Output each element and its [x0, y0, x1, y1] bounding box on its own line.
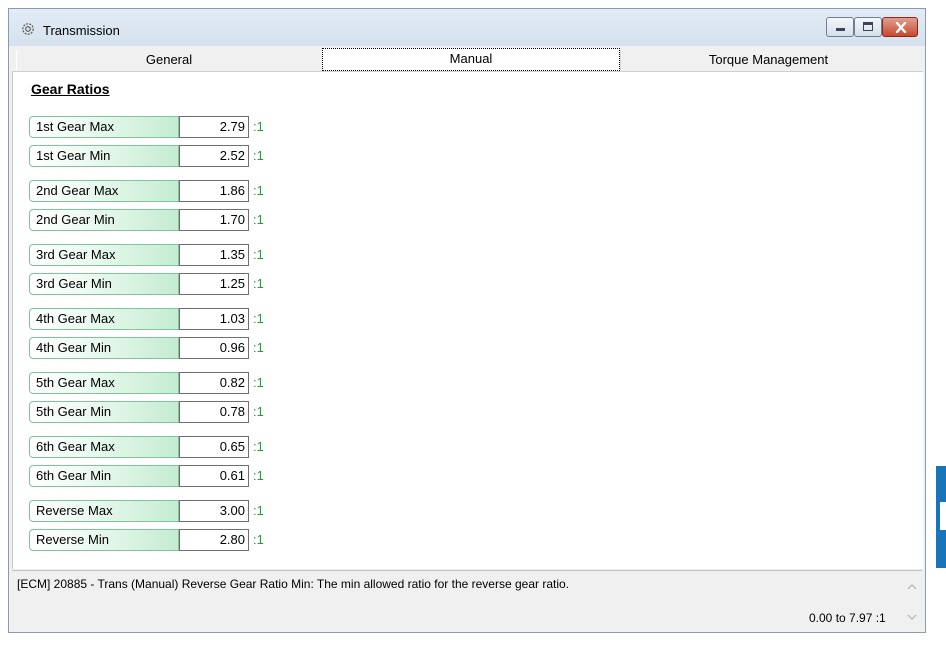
gear-ratio-label[interactable]: 5th Gear Max	[29, 372, 179, 394]
maximize-icon	[863, 22, 873, 31]
gear-ratio-value-input[interactable]: 0.82	[179, 372, 249, 394]
transmission-window: Transmission General Manual Torque Manag…	[8, 8, 926, 633]
gear-ratio-label[interactable]: Reverse Max	[29, 500, 179, 522]
tab-torque-management[interactable]: Torque Management	[620, 50, 916, 70]
gear-ratio-row: Reverse Max 3.00 :1	[29, 500, 289, 522]
gear-ratio-row: 5th Gear Max 0.82 :1	[29, 372, 289, 394]
tab-manual[interactable]: Manual	[322, 48, 620, 71]
gear-ratio-value-input[interactable]: 2.52	[179, 145, 249, 167]
gear-ratio-unit: :1	[253, 404, 264, 419]
gear-ratio-unit: :1	[253, 247, 264, 262]
minimize-icon	[836, 28, 845, 31]
gear-ratio-value-input[interactable]: 0.61	[179, 465, 249, 487]
gear-ratio-label[interactable]: 6th Gear Max	[29, 436, 179, 458]
tab-general[interactable]: General	[16, 50, 321, 70]
close-button[interactable]	[882, 17, 918, 37]
maximize-button[interactable]	[854, 17, 882, 37]
gear-icon	[22, 23, 34, 35]
gear-ratio-row: 6th Gear Max 0.65 :1	[29, 436, 289, 458]
background-edge-notch	[940, 502, 946, 530]
gear-ratio-row: 4th Gear Max 1.03 :1	[29, 308, 289, 330]
description-scrollbar[interactable]	[902, 571, 922, 630]
gear-ratio-value-input[interactable]: 0.78	[179, 401, 249, 423]
gear-ratio-row: 6th Gear Min 0.61 :1	[29, 465, 289, 487]
gear-ratio-unit: :1	[253, 148, 264, 163]
title-bar[interactable]: Transmission	[9, 9, 925, 46]
gear-ratio-row: Reverse Min 2.80 :1	[29, 529, 289, 551]
gear-ratio-value-input[interactable]: 2.80	[179, 529, 249, 551]
gear-ratio-label[interactable]: 3rd Gear Min	[29, 273, 179, 295]
gear-ratio-value-input[interactable]: 2.79	[179, 116, 249, 138]
gear-ratio-label[interactable]: 6th Gear Min	[29, 465, 179, 487]
gear-ratio-unit: :1	[253, 340, 264, 355]
gear-ratio-label[interactable]: 2nd Gear Max	[29, 180, 179, 202]
gear-ratio-row: 1st Gear Min 2.52 :1	[29, 145, 289, 167]
gear-ratio-row: 1st Gear Max 2.79 :1	[29, 116, 289, 138]
gear-ratio-unit: :1	[253, 276, 264, 291]
gear-ratio-label[interactable]: 3rd Gear Max	[29, 244, 179, 266]
gear-ratio-row: 2nd Gear Min 1.70 :1	[29, 209, 289, 231]
gear-ratio-row: 2nd Gear Max 1.86 :1	[29, 180, 289, 202]
gear-ratio-row: 3rd Gear Min 1.25 :1	[29, 273, 289, 295]
gear-ratio-value-input[interactable]: 1.35	[179, 244, 249, 266]
gear-ratio-label[interactable]: 2nd Gear Min	[29, 209, 179, 231]
gear-ratio-value-input[interactable]: 1.70	[179, 209, 249, 231]
parameter-range: 0.00 to 7.97 :1	[809, 611, 886, 625]
gear-ratio-value-input[interactable]: 1.03	[179, 308, 249, 330]
gear-ratio-row: 5th Gear Min 0.78 :1	[29, 401, 289, 423]
chevron-up-icon[interactable]	[906, 583, 918, 591]
gear-ratio-unit: :1	[253, 212, 264, 227]
gear-ratio-row: 4th Gear Min 0.96 :1	[29, 337, 289, 359]
gear-ratio-unit: :1	[253, 375, 264, 390]
gear-ratio-label[interactable]: 1st Gear Max	[29, 116, 179, 138]
gear-ratio-unit: :1	[253, 439, 264, 454]
gear-ratio-label[interactable]: 4th Gear Max	[29, 308, 179, 330]
chevron-down-icon[interactable]	[906, 613, 918, 621]
gear-ratio-value-input[interactable]: 0.96	[179, 337, 249, 359]
parameter-description: [ECM] 20885 - Trans (Manual) Reverse Gea…	[17, 577, 570, 591]
gear-ratio-unit: :1	[253, 119, 264, 134]
window-title: Transmission	[43, 23, 120, 38]
gear-ratio-row: 3rd Gear Max 1.35 :1	[29, 244, 289, 266]
gear-ratio-unit: :1	[253, 503, 264, 518]
description-panel: [ECM] 20885 - Trans (Manual) Reverse Gea…	[12, 570, 922, 630]
gear-ratio-unit: :1	[253, 468, 264, 483]
gear-ratio-label[interactable]: 1st Gear Min	[29, 145, 179, 167]
section-title: Gear Ratios	[31, 81, 110, 97]
gear-ratio-unit: :1	[253, 311, 264, 326]
gear-ratios-panel: Gear Ratios 1st Gear Max 2.79:1 1st Gear M…	[12, 71, 923, 569]
close-icon	[895, 22, 907, 33]
gear-ratio-value-input[interactable]: 3.00	[179, 500, 249, 522]
gear-ratio-label[interactable]: 5th Gear Min	[29, 401, 179, 423]
gear-ratio-value-input[interactable]: 1.25	[179, 273, 249, 295]
gear-ratio-value-input[interactable]: 0.65	[179, 436, 249, 458]
gear-ratio-label[interactable]: Reverse Min	[29, 529, 179, 551]
gear-ratio-unit: :1	[253, 532, 264, 547]
gear-ratio-unit: :1	[253, 183, 264, 198]
minimize-button[interactable]	[826, 17, 854, 37]
tab-bar: General Manual Torque Management	[9, 47, 925, 71]
gear-ratio-value-input[interactable]: 1.86	[179, 180, 249, 202]
gear-ratio-label[interactable]: 4th Gear Min	[29, 337, 179, 359]
